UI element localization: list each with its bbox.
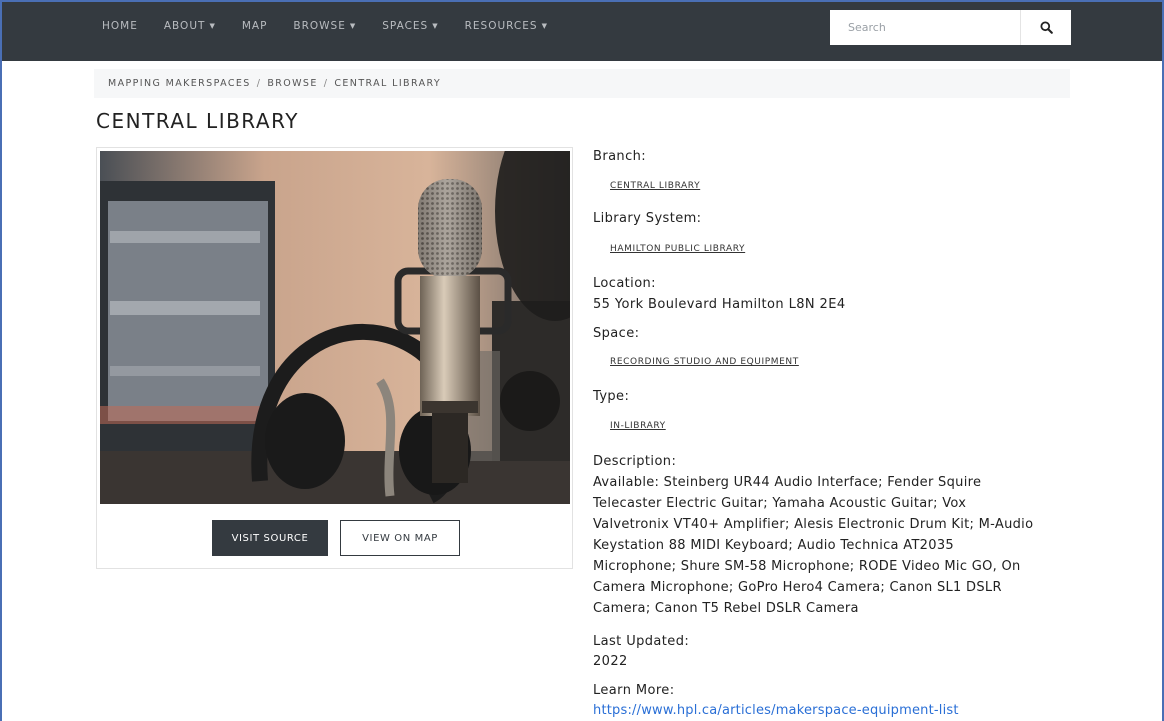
description-line: Camera Microphone; GoPro Hero4 Camera; C… <box>593 580 1002 595</box>
nav-item-label: BROWSE <box>293 20 346 32</box>
last-updated-label: Last Updated: <box>593 634 690 649</box>
search-icon <box>1039 21 1053 34</box>
studio-photo <box>100 151 570 504</box>
description-line: Telecaster Electric Guitar; Yamaha Acous… <box>593 496 967 511</box>
type-label: Type: <box>593 389 630 404</box>
nav-menu: HOME ABOUT ▼ MAP BROWSE ▼ SPACES ▼ RESOU… <box>102 20 574 32</box>
description-line: Valvetronix VT40+ Amplifier; Alesis Elec… <box>593 517 1034 532</box>
view-on-map-button[interactable]: VIEW ON MAP <box>340 520 460 556</box>
image-card: VISIT SOURCE VIEW ON MAP <box>96 147 573 569</box>
branch-label: Branch: <box>593 149 647 164</box>
caret-down-icon: ▼ <box>209 22 216 30</box>
nav-item-resources[interactable]: RESOURCES ▼ <box>465 20 548 32</box>
nav-item-label: HOME <box>102 20 138 32</box>
breadcrumb-separator: / <box>256 78 262 89</box>
description-line: Available: Steinberg UR44 Audio Interfac… <box>593 475 982 490</box>
nav-item-label: SPACES <box>382 20 429 32</box>
search-input[interactable] <box>830 10 1020 45</box>
nav-item-about[interactable]: ABOUT ▼ <box>164 20 216 32</box>
library-system-label: Library System: <box>593 211 702 226</box>
breadcrumb-browse[interactable]: BROWSE <box>267 78 317 89</box>
nav-item-browse[interactable]: BROWSE ▼ <box>293 20 356 32</box>
caret-down-icon: ▼ <box>432 22 439 30</box>
type-link[interactable]: IN-LIBRARY <box>610 421 666 431</box>
description-text: Available: Steinberg UR44 Audio Interfac… <box>593 472 1053 619</box>
branch-link[interactable]: CENTRAL LIBRARY <box>610 181 700 191</box>
description-line: Microphone; Shure SM-58 Microphone; RODE… <box>593 559 1021 574</box>
visit-source-button[interactable]: VISIT SOURCE <box>212 520 328 556</box>
caret-down-icon: ▼ <box>349 22 357 30</box>
nav-item-label: RESOURCES <box>464 20 538 32</box>
description-line: Keystation 88 MIDI Keyboard; Audio Techn… <box>593 538 954 553</box>
nav-item-label: MAP <box>241 20 268 32</box>
location-label: Location: <box>593 276 656 291</box>
learn-more-link[interactable]: https://www.hpl.ca/articles/makerspace-e… <box>593 703 959 718</box>
breadcrumb-separator: / <box>323 78 329 89</box>
learn-more-label: Learn More: <box>593 683 675 698</box>
top-nav-bar: HOME ABOUT ▼ MAP BROWSE ▼ SPACES ▼ RESOU… <box>2 0 1162 61</box>
space-label: Space: <box>593 326 640 341</box>
location-value: 55 York Boulevard Hamilton L8N 2E4 <box>593 297 846 312</box>
description-line: Camera; Canon T5 Rebel DSLR Camera <box>593 601 859 616</box>
breadcrumb-current: CENTRAL LIBRARY <box>334 78 442 89</box>
last-updated-value: 2022 <box>593 654 628 669</box>
library-system-link[interactable]: HAMILTON PUBLIC LIBRARY <box>610 244 745 254</box>
breadcrumb: MAPPING MAKERSPACES / BROWSE / CENTRAL L… <box>94 69 1070 98</box>
nav-item-spaces[interactable]: SPACES ▼ <box>382 20 438 32</box>
nav-item-map[interactable]: MAP <box>242 20 268 32</box>
space-link[interactable]: RECORDING STUDIO AND EQUIPMENT <box>610 357 799 367</box>
microphone-image <box>100 151 570 504</box>
description-label: Description: <box>593 454 677 469</box>
breadcrumb-mapping-makerspaces[interactable]: MAPPING MAKERSPACES <box>108 78 251 89</box>
page-title: CENTRAL LIBRARY <box>96 109 299 133</box>
nav-item-home[interactable]: HOME <box>102 20 138 32</box>
caret-down-icon: ▼ <box>541 22 548 30</box>
search-button[interactable] <box>1020 10 1071 45</box>
nav-item-label: ABOUT <box>163 20 206 32</box>
